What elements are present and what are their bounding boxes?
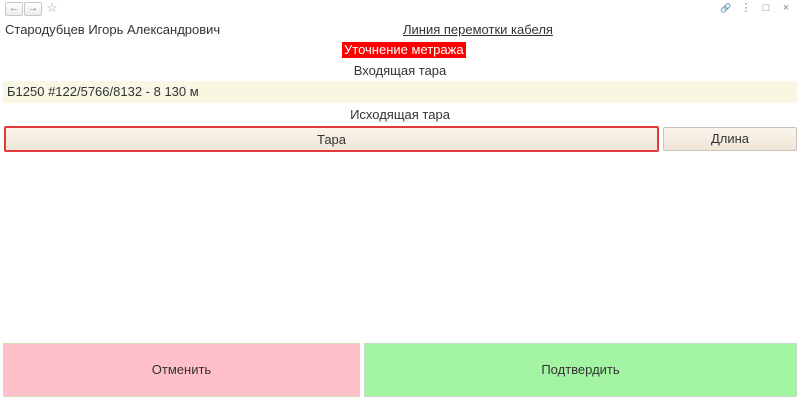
length-button[interactable]: Длина [663,127,797,151]
confirm-button[interactable]: Подтвердить [364,343,797,397]
tara-button[interactable]: Тара [4,126,659,152]
back-arrow-icon[interactable]: ← [5,2,23,16]
maximize-icon[interactable]: □ [760,2,772,15]
outgoing-container-label: Исходящая тара [350,107,450,122]
close-icon[interactable]: × [780,2,792,15]
incoming-container-label: Входящая тара [353,63,447,78]
window-toolbar: ← → ☆ 🔗 ⋮ □ × [0,0,800,18]
cancel-button[interactable]: Отменить [3,343,360,397]
link-icon[interactable]: 🔗 [720,2,732,15]
refine-meterage-label: Уточнение метража [342,42,466,58]
more-menu-icon[interactable]: ⋮ [740,2,752,15]
forward-arrow-icon[interactable]: → [24,2,42,16]
user-name: Стародубцев Игорь Александрович [5,22,221,37]
window-controls: 🔗 ⋮ □ × [720,2,792,15]
incoming-container-field: Б1250 #122/5766/8132 - 8 130 м [3,81,797,103]
star-icon[interactable]: ☆ [46,1,58,15]
line-title-link[interactable]: Линия перемотки кабеля [403,22,553,37]
